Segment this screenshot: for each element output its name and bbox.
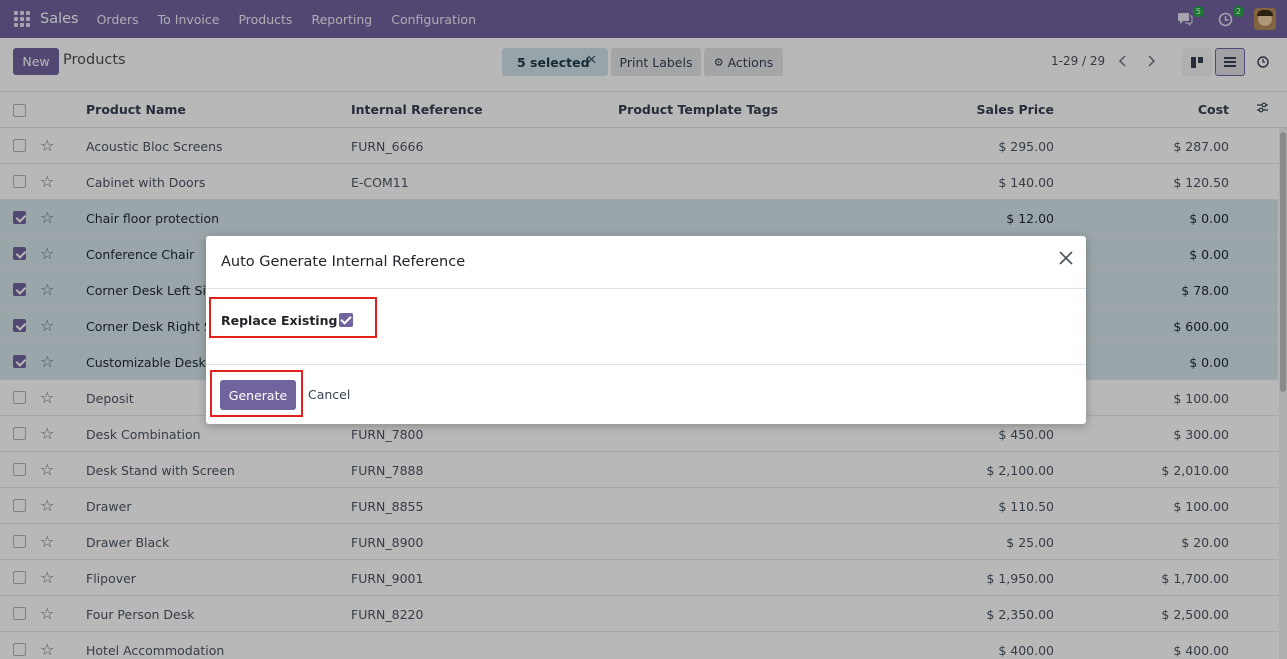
close-icon[interactable] [1058, 249, 1074, 271]
modal-title: Auto Generate Internal Reference [221, 254, 466, 270]
auto-generate-dialog: Auto Generate Internal Reference Replace… [206, 236, 1086, 424]
modal-body: Replace Existing ? [206, 289, 1086, 365]
replace-existing-checkbox[interactable] [339, 313, 353, 327]
replace-existing-label: Replace Existing ? [221, 313, 350, 328]
modal-header: Auto Generate Internal Reference [206, 236, 1086, 289]
generate-button[interactable]: Generate [220, 380, 296, 410]
cancel-button[interactable]: Cancel [308, 387, 350, 402]
